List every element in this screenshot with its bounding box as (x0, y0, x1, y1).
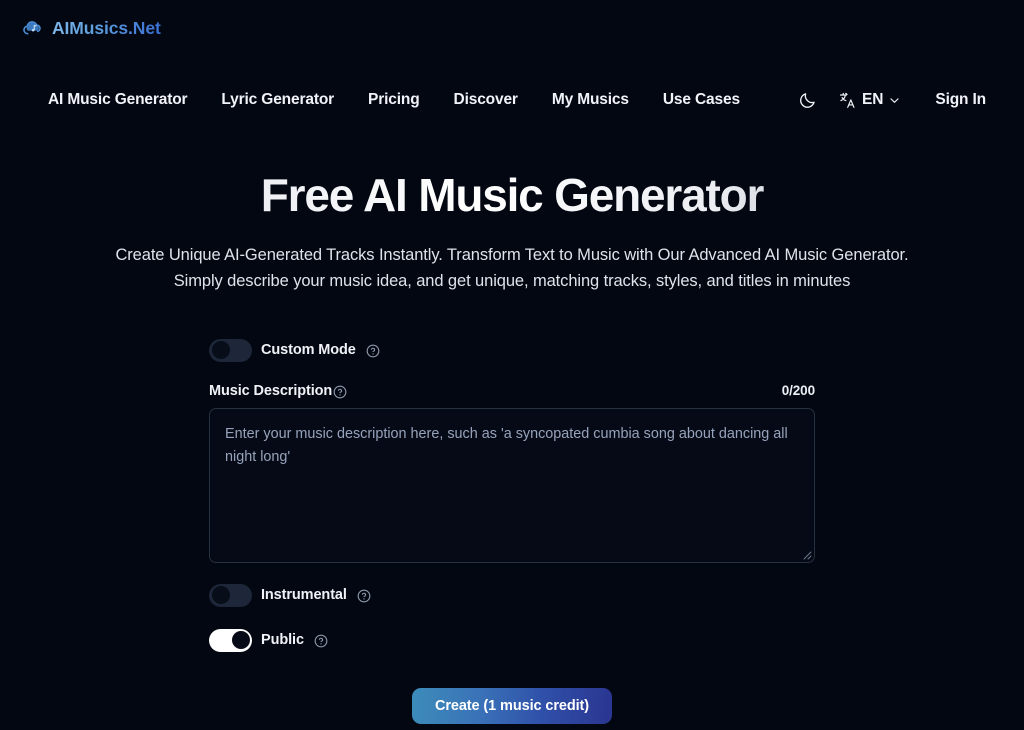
nav-item-pricing[interactable]: Pricing (351, 87, 437, 113)
instrumental-row: Instrumental (209, 583, 815, 607)
nav-item-my-musics[interactable]: My Musics (535, 87, 646, 113)
character-counter: 0/200 (781, 383, 815, 399)
main-navigation: AI Music Generator Lyric Generator Prici… (0, 76, 1024, 124)
brand-logo-link[interactable]: AIMusics.Net (22, 17, 161, 39)
nav-links: AI Music Generator Lyric Generator Prici… (48, 87, 757, 113)
chevron-down-icon (890, 97, 899, 103)
hero-subtitle: Create Unique AI-Generated Tracks Instan… (115, 245, 909, 291)
toggle-knob (231, 631, 250, 650)
public-toggle[interactable] (209, 628, 252, 652)
public-label: Public (261, 632, 304, 649)
nav-item-use-cases[interactable]: Use Cases (646, 87, 757, 113)
instrumental-label: Instrumental (261, 587, 347, 604)
nav-item-lyric-generator[interactable]: Lyric Generator (204, 87, 351, 113)
custom-mode-toggle[interactable] (209, 338, 252, 362)
nav-right-actions: EN Sign In (790, 83, 986, 117)
page-title: Free AI Music Generator (56, 169, 968, 222)
instrumental-toggle[interactable] (209, 583, 252, 607)
cloud-music-note-icon (23, 21, 41, 35)
moon-icon (799, 92, 815, 108)
nav-item-ai-music-generator[interactable]: AI Music Generator (48, 87, 204, 113)
hero-section: Free AI Music Generator Create Unique AI… (0, 169, 1024, 295)
theme-toggle-button[interactable] (790, 83, 824, 117)
toggle-knob (211, 586, 230, 605)
public-row: Public (209, 628, 815, 652)
custom-mode-row: Custom Mode (209, 338, 815, 362)
logo-bar: AIMusics.Net (0, 0, 1024, 56)
public-help-icon[interactable] (314, 634, 328, 648)
translate-icon (839, 92, 855, 108)
instrumental-help-icon[interactable] (357, 589, 371, 603)
music-description-help-icon[interactable] (333, 385, 347, 399)
language-switcher[interactable]: EN (828, 87, 909, 114)
sign-in-button[interactable]: Sign In (935, 91, 986, 109)
music-generator-form: Custom Mode Music Description 0/200 Inst… (209, 338, 815, 724)
create-button-wrapper: Create (1 music credit) (209, 687, 815, 724)
custom-mode-help-icon[interactable] (366, 344, 380, 358)
create-button[interactable]: Create (1 music credit) (411, 687, 613, 724)
nav-item-discover[interactable]: Discover (437, 87, 535, 113)
toggle-knob (211, 341, 230, 360)
language-value: EN (862, 91, 884, 108)
music-description-input[interactable] (209, 407, 815, 563)
brand-name: AIMusics.Net (52, 17, 161, 38)
music-description-label-row: Music Description 0/200 (209, 383, 815, 399)
custom-mode-label: Custom Mode (261, 342, 356, 359)
music-description-field-wrapper (209, 407, 815, 563)
music-description-label: Music Description (209, 382, 333, 399)
